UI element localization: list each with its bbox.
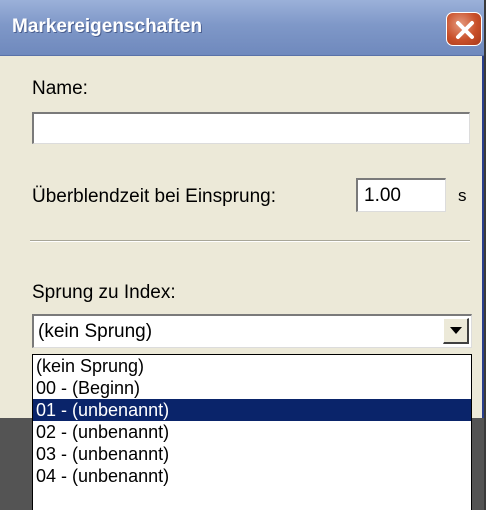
marker-properties-dialog: Markereigenschaften Name: Überblendzeit … (0, 0, 484, 510)
title-bar[interactable]: Markereigenschaften (0, 0, 484, 56)
dropdown-option[interactable]: 02 - (unbenannt) (33, 421, 471, 443)
jump-index-select[interactable]: (kein Sprung) (32, 314, 472, 348)
dropdown-option[interactable]: 00 - (Beginn) (33, 377, 471, 399)
background-panel-right (472, 418, 484, 510)
close-x-icon (456, 21, 474, 39)
dropdown-option[interactable]: 04 - (unbenannt) (33, 465, 471, 487)
jump-index-dropdown-list: (kein Sprung) 00 - (Beginn) 01 - (unbena… (32, 354, 472, 510)
triangle-down-icon (450, 327, 462, 334)
window-title: Markereigenschaften (12, 16, 203, 37)
fade-time-label: Überblendzeit bei Einsprung: (32, 186, 276, 207)
name-label: Name: (32, 78, 88, 99)
background-panel-left (0, 418, 32, 510)
jump-index-selected-value: (kein Sprung) (38, 321, 153, 342)
dropdown-option[interactable]: 03 - (unbenannt) (33, 443, 471, 465)
jump-index-label: Sprung zu Index: (32, 282, 176, 303)
dropdown-button[interactable] (443, 318, 469, 344)
name-input[interactable] (32, 112, 470, 144)
close-button[interactable] (446, 12, 482, 46)
fade-time-input[interactable] (356, 178, 446, 212)
fade-time-unit: s (458, 186, 467, 205)
dropdown-option-highlighted[interactable]: 01 - (unbenannt) (33, 399, 471, 421)
separator (30, 240, 470, 242)
dropdown-option[interactable]: (kein Sprung) (33, 355, 471, 377)
